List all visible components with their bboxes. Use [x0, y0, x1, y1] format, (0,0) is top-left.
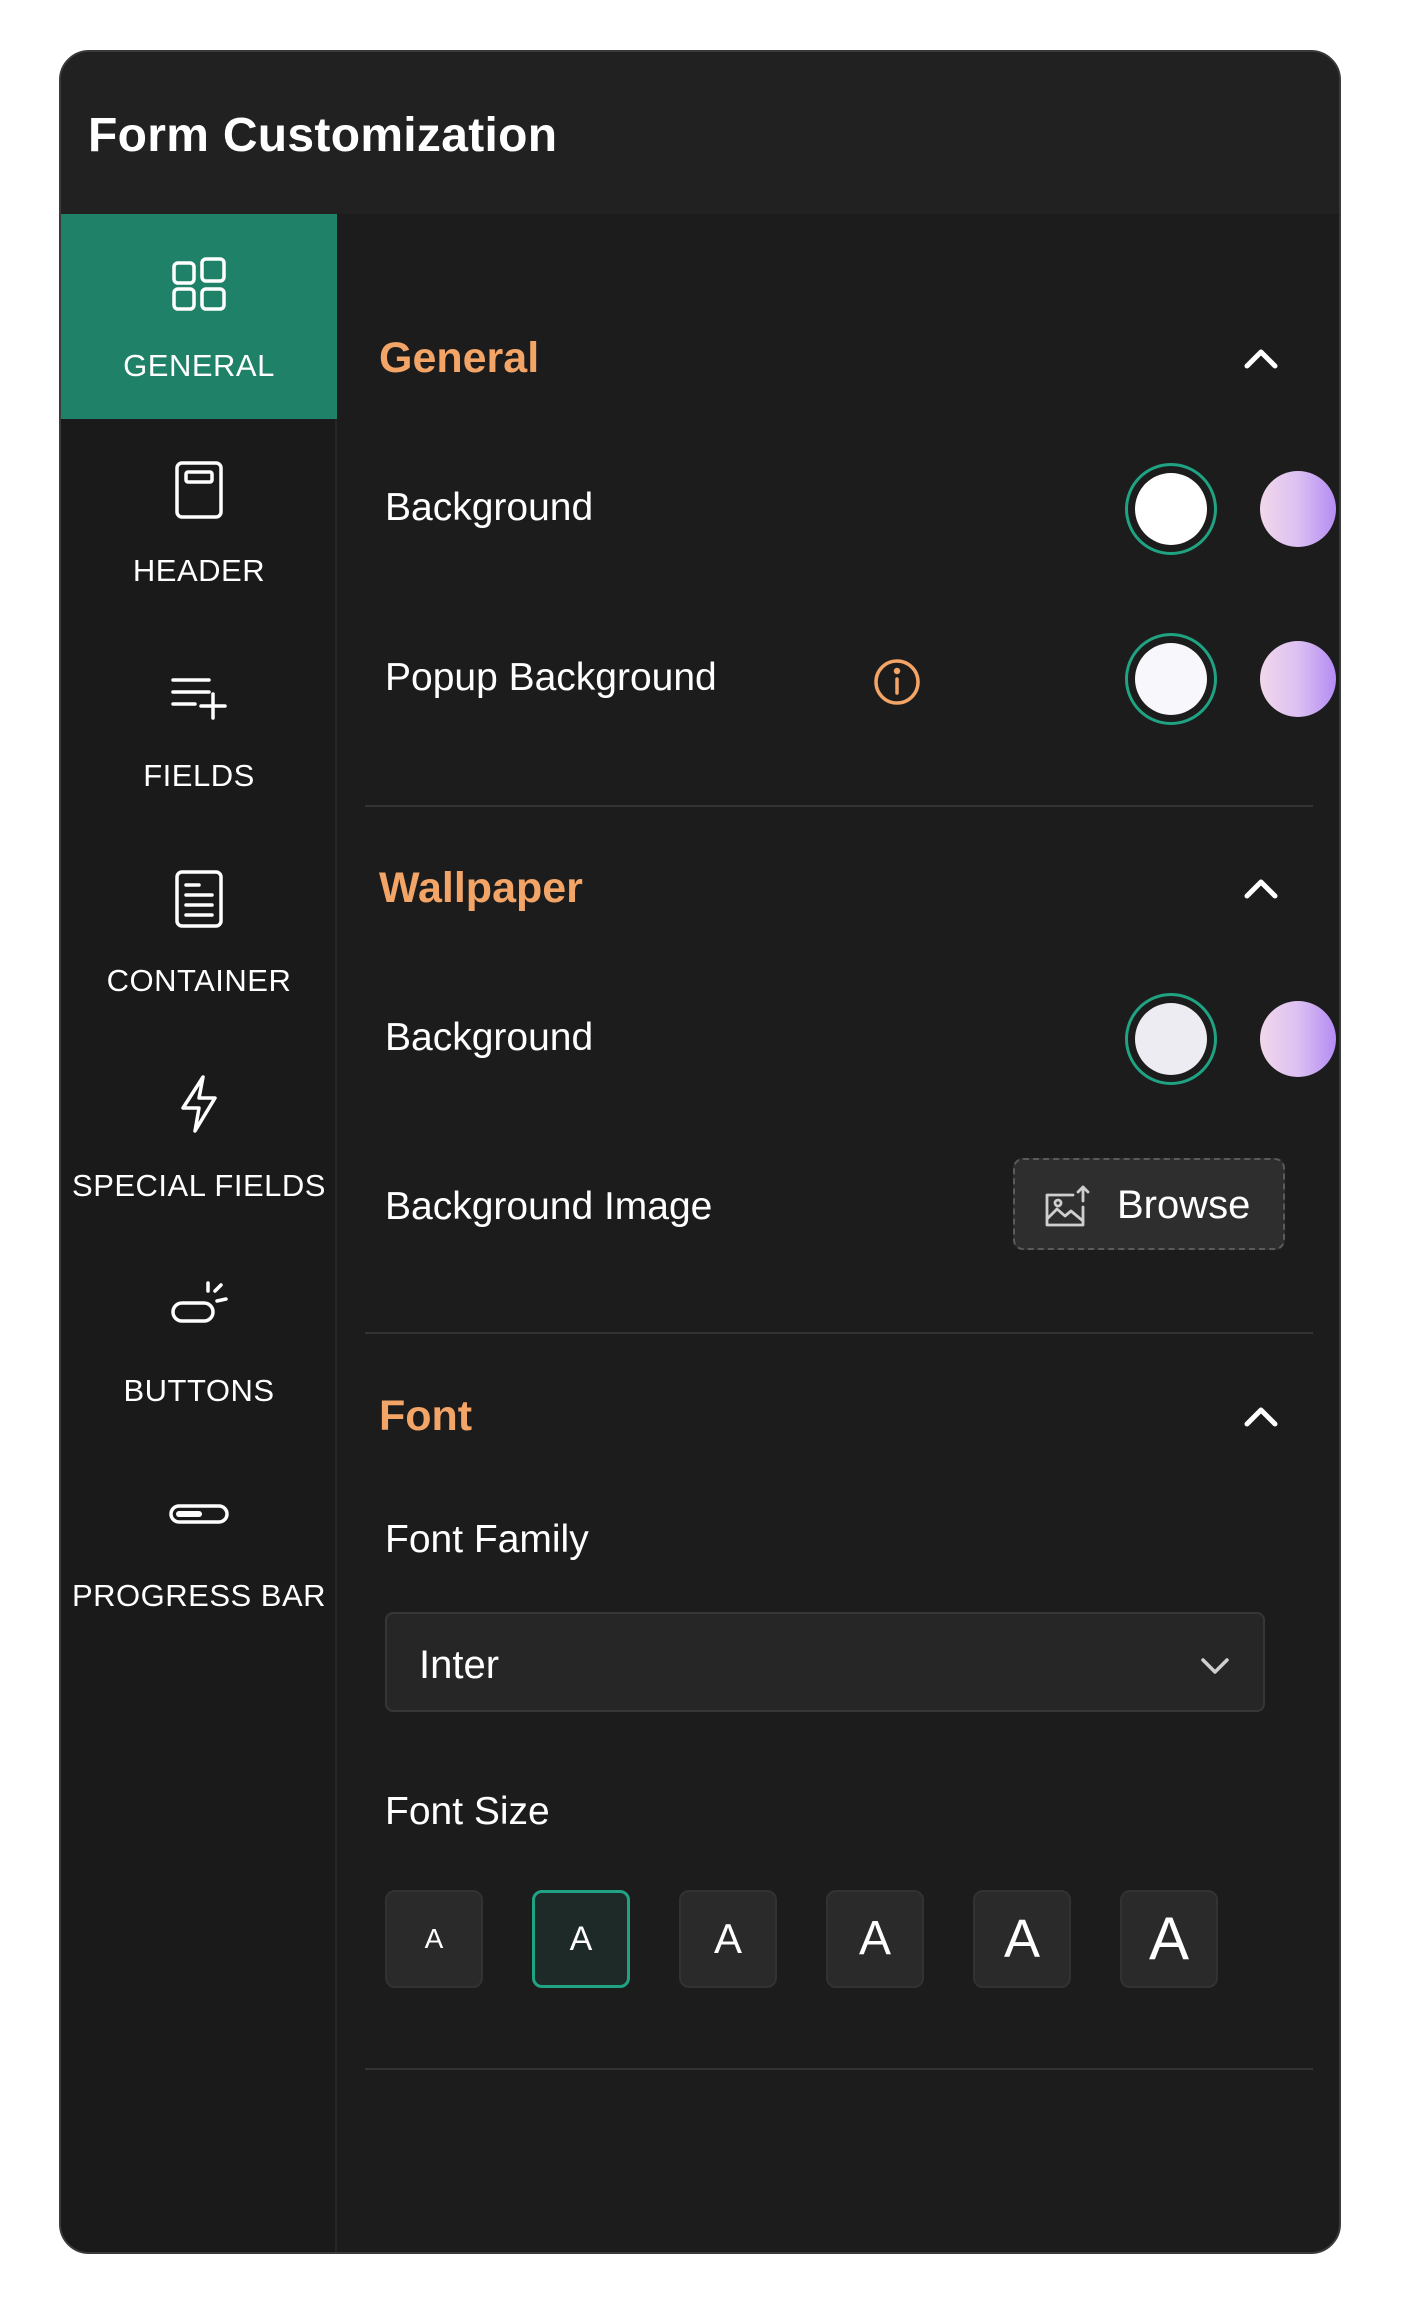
settings-content: General Background Popup Background Wall… — [337, 214, 1339, 2252]
divider — [365, 2068, 1313, 2070]
font-size-option-label: A — [424, 1923, 444, 1954]
chevron-up-icon[interactable] — [1241, 868, 1281, 908]
chevron-up-icon[interactable] — [1241, 338, 1281, 378]
font-size-option-label: A — [858, 1912, 891, 1965]
wallpaper-background-color-swatch[interactable] — [1125, 993, 1217, 1085]
chevron-down-icon — [1201, 1658, 1229, 1674]
font-family-select[interactable]: Inter — [385, 1612, 1265, 1712]
form-customization-panel: Form Customization GENERAL HEADER FIELDS… — [59, 50, 1341, 2254]
general-background-label: Background — [385, 486, 594, 529]
wallpaper-background-gradient-swatch[interactable] — [1260, 1001, 1336, 1077]
section-title-font: Font — [379, 1392, 473, 1440]
popup-background-color-swatch[interactable] — [1125, 633, 1217, 725]
document-icon — [175, 870, 223, 928]
font-size-option-label: A — [569, 1920, 593, 1958]
general-background-gradient-swatch[interactable] — [1260, 471, 1336, 547]
background-image-label: Background Image — [385, 1185, 713, 1228]
sidebar-item-label: PROGRESS BAR — [71, 1578, 327, 1613]
sidebar-item-label: GENERAL — [123, 348, 275, 383]
section-title-general: General — [379, 334, 540, 382]
section-title-wallpaper: Wallpaper — [379, 864, 583, 912]
sidebar-item-fields[interactable]: FIELDS — [61, 624, 337, 829]
font-size-option-xs[interactable]: A — [385, 1890, 483, 1988]
font-size-option-label: A — [713, 1915, 742, 1962]
sidebar-item-label: SPECIAL FIELDS — [72, 1168, 326, 1203]
sidebar-item-header[interactable]: HEADER — [61, 419, 337, 624]
wallpaper-background-label: Background — [385, 1016, 594, 1059]
popup-background-label: Popup Background — [385, 656, 717, 699]
sidebar-item-special-fields[interactable]: SPECIAL FIELDS — [61, 1034, 337, 1239]
panel-header: Form Customization — [61, 52, 1339, 214]
font-size-option-md[interactable]: A — [679, 1890, 777, 1988]
image-upload-icon — [1045, 1185, 1090, 1227]
progress-icon — [169, 1504, 229, 1524]
color-fill — [1135, 473, 1207, 545]
sidebar-item-buttons[interactable]: BUTTONS — [61, 1239, 337, 1444]
sidebar-item-label: FIELDS — [143, 758, 255, 793]
popup-background-gradient-swatch[interactable] — [1260, 641, 1336, 717]
sidebar: GENERAL HEADER FIELDS CONTAINER SPECIAL … — [61, 214, 337, 2252]
font-size-option-sm[interactable]: A — [532, 1890, 630, 1988]
browse-button-label: Browse — [1117, 1183, 1251, 1227]
add-list-icon — [171, 678, 227, 720]
font-size-label: Font Size — [385, 1790, 550, 1833]
sidebar-item-label: BUTTONS — [123, 1373, 275, 1408]
font-family-label: Font Family — [385, 1518, 589, 1561]
font-size-option-label: A — [1003, 1909, 1041, 1969]
divider — [365, 805, 1313, 807]
color-fill — [1135, 643, 1207, 715]
button-click-icon — [171, 1281, 228, 1323]
font-family-value: Inter — [419, 1643, 500, 1687]
font-size-option-xl[interactable]: A — [973, 1890, 1071, 1988]
font-size-option-xxl[interactable]: A — [1120, 1890, 1218, 1988]
header-icon — [175, 461, 223, 519]
font-size-option-lg[interactable]: A — [826, 1890, 924, 1988]
lightning-icon — [181, 1075, 217, 1133]
sidebar-item-progress-bar[interactable]: PROGRESS BAR — [61, 1444, 337, 1649]
grid-icon — [172, 257, 226, 311]
sidebar-item-label: HEADER — [132, 553, 266, 588]
general-background-color-swatch[interactable] — [1125, 463, 1217, 555]
sidebar-item-container[interactable]: CONTAINER — [61, 829, 337, 1034]
font-size-option-label: A — [1148, 1905, 1190, 1972]
sidebar-item-label: CONTAINER — [106, 963, 292, 998]
info-icon[interactable] — [872, 657, 922, 707]
divider — [365, 1332, 1313, 1334]
browse-button[interactable]: Browse — [1013, 1158, 1285, 1250]
color-fill — [1135, 1003, 1207, 1075]
chevron-up-icon[interactable] — [1241, 1396, 1281, 1436]
sidebar-item-general[interactable]: GENERAL — [61, 214, 337, 419]
panel-title: Form Customization — [88, 109, 558, 162]
